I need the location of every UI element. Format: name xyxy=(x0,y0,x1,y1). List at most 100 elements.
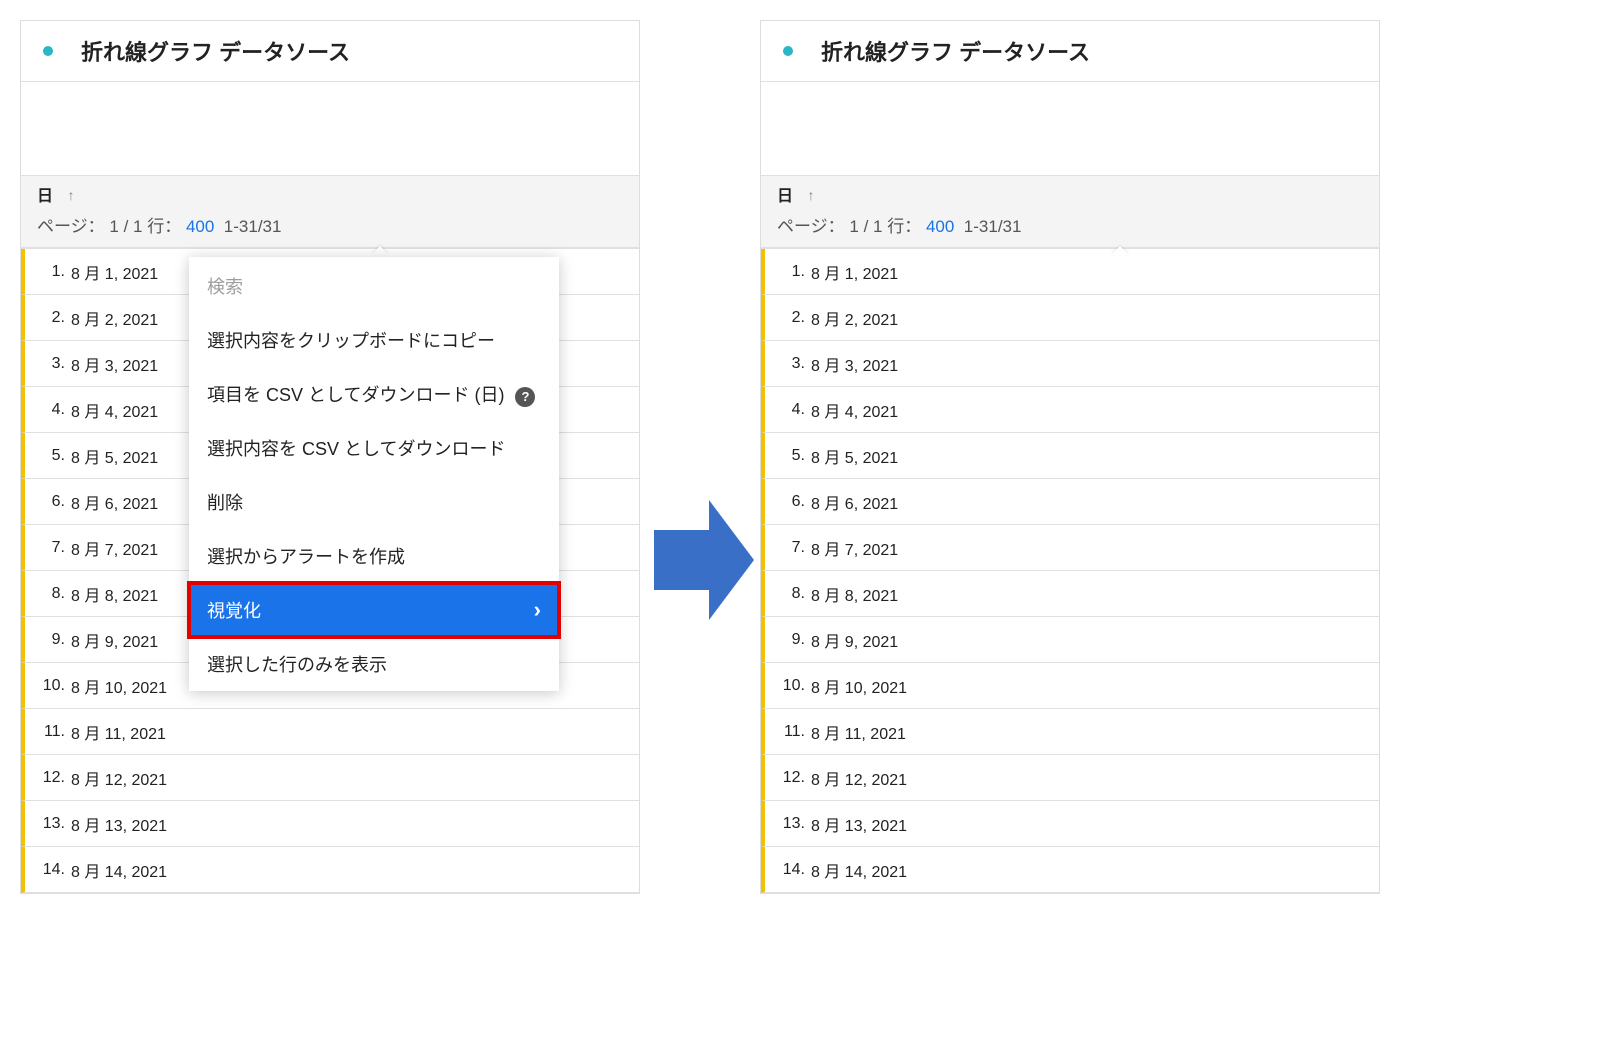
menu-item-create-alert[interactable]: 選択からアラートを作成 xyxy=(189,529,559,583)
table-row[interactable]: 12. 8 月 12, 2021 xyxy=(761,755,1379,801)
row-index: 12. xyxy=(29,769,65,787)
row-index: 11. xyxy=(769,723,805,741)
table-row[interactable]: 9. 8 月 9, 2021 xyxy=(761,617,1379,663)
header-blank xyxy=(761,81,1379,175)
table-row[interactable]: 12.8 月 12, 2021 xyxy=(21,755,639,801)
row-index: 11. xyxy=(29,723,65,741)
column-header[interactable]: 日 ↑ ページ： 1 / 1 行： 400 1-31/31 xyxy=(761,175,1379,248)
row-value: 8 月 8, 2021 xyxy=(71,582,158,606)
menu-search-input[interactable]: 検索 xyxy=(189,259,559,313)
row-value: 8 月 11, 2021 xyxy=(71,720,166,744)
menu-item-csv-column[interactable]: 項目を CSV としてダウンロード (日) ? xyxy=(189,367,559,421)
sort-ascending-icon[interactable]: ↑ xyxy=(67,187,74,203)
menu-item-show-selected[interactable]: 選択した行のみを表示 xyxy=(189,637,559,691)
row-value: 8 月 6, 2021 xyxy=(811,490,898,514)
row-value: 8 月 3, 2021 xyxy=(811,352,898,376)
table-row[interactable]: 14. 8 月 14, 2021 xyxy=(761,847,1379,893)
row-index: 2. xyxy=(29,309,65,327)
panel-title-row: 折れ線グラフ データソース xyxy=(21,21,639,81)
row-index: 9. xyxy=(769,631,805,649)
help-icon[interactable]: ? xyxy=(515,387,535,407)
row-value: 8 月 6, 2021 xyxy=(71,490,158,514)
row-index: 6. xyxy=(769,493,805,511)
row-value: 8 月 5, 2021 xyxy=(71,444,158,468)
row-value: 8 月 4, 2021 xyxy=(811,398,898,422)
pager-page[interactable]: 1 / 1 xyxy=(849,217,882,236)
row-index: 9. xyxy=(29,631,65,649)
table-row[interactable]: 11. 8 月 11, 2021 xyxy=(761,709,1379,755)
table-row[interactable]: 7. 8 月 7, 2021 xyxy=(761,525,1379,571)
table-row[interactable]: 8.8 月 8, 2021 xyxy=(761,571,1379,617)
row-value: 8 月 10, 2021 xyxy=(71,674,167,698)
row-index: 12. xyxy=(769,769,805,787)
column-label[interactable]: 日 xyxy=(37,188,53,205)
row-value: 8 月 7, 2021 xyxy=(811,536,898,560)
pager-range: 1-31/31 xyxy=(964,217,1022,236)
table-row[interactable]: 5. 8 月 5, 2021 xyxy=(761,433,1379,479)
bullet-icon xyxy=(43,46,53,56)
header-blank xyxy=(21,81,639,175)
bullet-icon xyxy=(783,46,793,56)
row-index: 3. xyxy=(769,355,805,373)
pager-rows-label: 行： xyxy=(887,217,921,236)
pager: ページ： 1 / 1 行： 400 1-31/31 xyxy=(777,206,1363,247)
menu-item-delete[interactable]: 削除 xyxy=(189,475,559,529)
pager-prefix: ページ： xyxy=(777,217,845,236)
row-value: 8 月 4, 2021 xyxy=(71,398,158,422)
row-value: 8 月 5, 2021 xyxy=(811,444,898,468)
pager-page[interactable]: 1 / 1 xyxy=(109,217,142,236)
panel-title: 折れ線グラフ データソース xyxy=(81,35,350,67)
pager-range: 1-31/31 xyxy=(224,217,282,236)
row-value: 8 月 9, 2021 xyxy=(71,628,158,652)
menu-item-copy[interactable]: 選択内容をクリップボードにコピー xyxy=(189,313,559,367)
arrow-right-icon xyxy=(654,500,754,620)
pager-rows-value[interactable]: 400 xyxy=(186,217,214,236)
row-value: 8 月 13, 2021 xyxy=(71,812,167,836)
context-menu: 検索 選択内容をクリップボードにコピー 項目を CSV としてダウンロード (日… xyxy=(189,257,559,691)
row-value: 8 月 13, 2021 xyxy=(811,812,907,836)
row-value: 8 月 1, 2021 xyxy=(71,260,158,284)
panel-left: 折れ線グラフ データソース 日 ↑ ページ： 1 / 1 行： 400 1-31… xyxy=(20,20,640,894)
table-row[interactable]: 10.8 月 10, 2021 xyxy=(761,663,1379,709)
row-index: 7. xyxy=(29,539,65,557)
row-value: 8 月 14, 2021 xyxy=(811,858,907,882)
row-index: 8. xyxy=(29,585,65,603)
column-label[interactable]: 日 xyxy=(777,188,793,205)
table-row[interactable]: 11. 8 月 11, 2021 xyxy=(21,709,639,755)
row-value: 8 月 11, 2021 xyxy=(811,720,906,744)
row-index: 3. xyxy=(29,355,65,373)
row-index: 13. xyxy=(769,815,805,833)
column-header[interactable]: 日 ↑ ページ： 1 / 1 行： 400 1-31/31 xyxy=(21,175,639,248)
row-value: 8 月 9, 2021 xyxy=(811,628,898,652)
row-index: 1. xyxy=(29,263,65,281)
pager-prefix: ページ： xyxy=(37,217,105,236)
data-table-right: 1.8 月 1, 2021 2. 8 月 2, 2021 3. 8 月 3, 2021 4… xyxy=(761,248,1379,893)
sort-ascending-icon[interactable]: ↑ xyxy=(807,187,814,203)
row-value: 8 月 8, 2021 xyxy=(811,582,898,606)
panel-title: 折れ線グラフ データソース xyxy=(821,35,1090,67)
row-value: 8 月 2, 2021 xyxy=(811,306,898,330)
row-index: 14. xyxy=(769,861,805,879)
row-index: 7. xyxy=(769,539,805,557)
table-row[interactable]: 13. 8 月 13, 2021 xyxy=(761,801,1379,847)
row-value: 8 月 10, 2021 xyxy=(811,674,907,698)
pager-rows-value[interactable]: 400 xyxy=(926,217,954,236)
table-row[interactable]: 4. 8 月 4, 2021 xyxy=(761,387,1379,433)
menu-item-csv-selection[interactable]: 選択内容を CSV としてダウンロード xyxy=(189,421,559,475)
menu-item-visualize[interactable]: 視覚化 › xyxy=(189,583,559,637)
row-index: 6. xyxy=(29,493,65,511)
pager: ページ： 1 / 1 行： 400 1-31/31 xyxy=(37,206,623,247)
table-row[interactable]: 1.8 月 1, 2021 xyxy=(761,249,1379,295)
table-row[interactable]: 13.8 月 13, 2021 xyxy=(21,801,639,847)
row-index: 2. xyxy=(769,309,805,327)
row-index: 1. xyxy=(769,263,805,281)
panel-title-row: 折れ線グラフ データソース xyxy=(761,21,1379,81)
row-index: 4. xyxy=(769,401,805,419)
table-row[interactable]: 3. 8 月 3, 2021 xyxy=(761,341,1379,387)
pager-rows-label: 行： xyxy=(147,217,181,236)
table-row[interactable]: 6. 8 月 6, 2021 xyxy=(761,479,1379,525)
table-row[interactable]: 2. 8 月 2, 2021 xyxy=(761,295,1379,341)
table-row[interactable]: 14.8 月 14, 2021 xyxy=(21,847,639,893)
row-value: 8 月 12, 2021 xyxy=(811,766,907,790)
row-index: 5. xyxy=(769,447,805,465)
